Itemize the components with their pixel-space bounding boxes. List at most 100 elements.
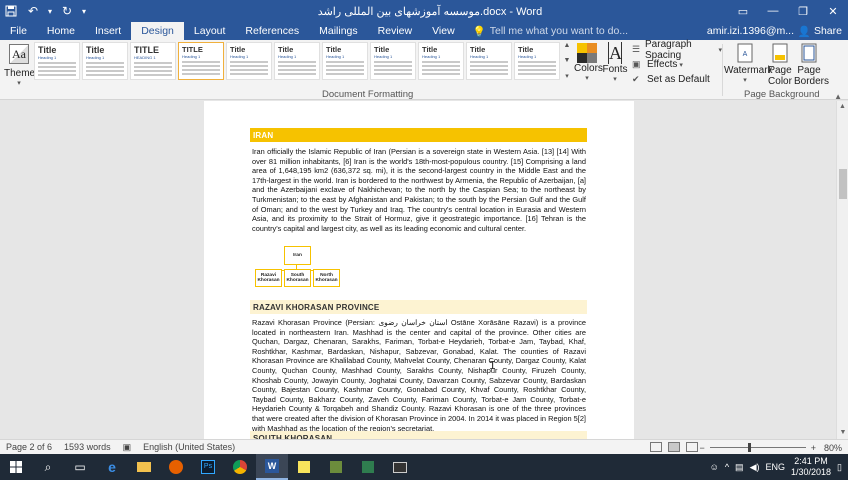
paragraph-spacing-button[interactable]: ☰ Paragraph Spacing ▾ xyxy=(632,39,722,61)
firefox-icon[interactable] xyxy=(160,454,192,480)
photoshop-icon[interactable]: Ps xyxy=(192,454,224,480)
style-set-line xyxy=(86,62,124,64)
search-icon[interactable]: ⌕ xyxy=(32,454,64,480)
fonts-button[interactable]: A Fonts ▾ xyxy=(602,42,628,83)
style-set-thumbnail[interactable]: TITLE HEADING 1 xyxy=(130,42,176,80)
chevron-up-icon[interactable]: ^ xyxy=(725,462,729,472)
color-swatch xyxy=(587,43,597,53)
photos-icon[interactable] xyxy=(384,454,416,480)
file-explorer-icon[interactable] xyxy=(128,454,160,480)
heading-razavi-khorasan[interactable]: RAZAVI KHORASAN PROVINCE xyxy=(250,300,587,314)
tab-view[interactable]: View xyxy=(422,22,465,40)
org-node-child[interactable]: South Khorasan xyxy=(284,269,311,287)
scroll-down-icon[interactable]: ▼ xyxy=(837,427,848,439)
heading-south-khorasan[interactable]: SOUTH KHORASAN xyxy=(250,431,587,439)
org-node-child[interactable]: North Khorasan xyxy=(313,269,340,287)
scroll-thumb[interactable] xyxy=(839,169,847,199)
language-indicator[interactable]: ENG xyxy=(765,462,785,472)
sticky-notes-icon[interactable] xyxy=(288,454,320,480)
gallery-down-icon[interactable]: ▼ xyxy=(564,57,571,64)
style-set-title: Title xyxy=(374,45,390,54)
word-icon[interactable]: W xyxy=(256,454,288,480)
vertical-scrollbar[interactable]: ▲ ▼ xyxy=(836,101,848,439)
chrome-icon[interactable] xyxy=(224,454,256,480)
page-borders-button[interactable]: Page Borders xyxy=(794,42,829,88)
paragraph-razavi-khorasan[interactable]: Razavi Khorasan Province (Persian: استان… xyxy=(252,318,586,433)
set-as-default-button[interactable]: ✔ Set as Default xyxy=(632,72,722,87)
tab-insert[interactable]: Insert xyxy=(85,22,131,40)
undo-icon[interactable]: ↶ xyxy=(22,0,44,22)
word-count[interactable]: 1593 words xyxy=(58,442,117,452)
style-set-thumbnail[interactable]: Title Heading 1 xyxy=(34,42,80,80)
undo-dropdown-icon[interactable]: ▾ xyxy=(44,7,56,16)
scroll-up-icon[interactable]: ▲ xyxy=(837,101,848,113)
tab-mailings[interactable]: Mailings xyxy=(309,22,368,40)
network-icon[interactable]: ▤ xyxy=(735,462,744,473)
task-view-icon[interactable]: ▭ xyxy=(64,454,96,480)
colors-button[interactable]: Colors ▾ xyxy=(574,42,603,82)
style-set-line xyxy=(182,61,220,63)
people-icon[interactable]: ☺ xyxy=(710,462,719,472)
read-mode-icon[interactable] xyxy=(650,442,662,452)
style-set-thumbnail[interactable]: Title Heading 1 xyxy=(418,42,464,80)
tab-layout[interactable]: Layout xyxy=(184,22,236,40)
ribbon-display-options-icon[interactable]: ▭ xyxy=(728,0,758,22)
account-name[interactable]: amir.izi.1396@m... xyxy=(707,22,794,40)
language-status[interactable]: English (United States) xyxy=(137,442,241,452)
minimize-icon[interactable]: — xyxy=(758,0,788,22)
tab-home[interactable]: Home xyxy=(37,22,85,40)
style-set-line xyxy=(38,74,76,76)
style-set-thumbnail[interactable]: Title Heading 1 xyxy=(274,42,320,80)
style-set-thumbnail[interactable]: Title Heading 1 xyxy=(514,42,560,80)
style-set-thumbnail[interactable]: TITLE Heading 1 xyxy=(178,42,224,80)
tab-design[interactable]: Design xyxy=(131,22,184,40)
gallery-up-icon[interactable]: ▲ xyxy=(564,42,571,49)
tell-me-box[interactable]: 💡 Tell me what you want to do... xyxy=(465,22,628,40)
watermark-button[interactable]: A Watermark ▾ xyxy=(724,42,773,88)
style-set-thumbnail[interactable]: Title Heading 1 xyxy=(466,42,512,80)
style-set-line xyxy=(470,65,508,67)
zoom-slider-knob[interactable] xyxy=(747,443,751,452)
page-count[interactable]: Page 2 of 6 xyxy=(0,442,58,452)
customize-toolbar-icon[interactable]: ▾ xyxy=(78,7,90,16)
edge-icon[interactable]: e xyxy=(96,454,128,480)
org-node-root[interactable]: Iran xyxy=(284,246,311,265)
zoom-out-button[interactable]: − xyxy=(699,443,704,453)
tab-review[interactable]: Review xyxy=(368,22,422,40)
notifications-icon[interactable]: ▯ xyxy=(837,462,842,473)
page-color-button[interactable]: Page Color xyxy=(768,42,792,88)
style-set-thumbnail[interactable]: Title Heading 1 xyxy=(226,42,272,80)
collapse-ribbon-icon[interactable]: ▲ xyxy=(834,92,842,101)
zoom-level[interactable]: 80% xyxy=(824,443,842,453)
redo-icon[interactable]: ↻ xyxy=(56,0,78,22)
print-layout-icon[interactable] xyxy=(668,442,680,452)
share-button[interactable]: 👤 Share xyxy=(798,22,842,40)
save-icon[interactable] xyxy=(0,0,22,22)
style-set-thumbnail[interactable]: Title Heading 1 xyxy=(322,42,368,80)
zoom-slider[interactable] xyxy=(709,443,806,452)
tab-references[interactable]: References xyxy=(235,22,309,40)
tab-file[interactable]: File xyxy=(0,22,37,40)
gallery-more-icon[interactable]: ▾ xyxy=(565,72,569,80)
themes-button[interactable]: Aa Themes ▾ xyxy=(4,42,40,87)
proofing-icon[interactable]: ▣ xyxy=(117,442,138,453)
heading-iran[interactable]: IRAN xyxy=(250,128,587,142)
org-node-child[interactable]: Razavi Khorasan xyxy=(255,269,282,287)
style-set-thumbnail[interactable]: Title Heading 1 xyxy=(82,42,128,80)
app-icon-1[interactable] xyxy=(320,454,352,480)
restore-icon[interactable]: ❐ xyxy=(788,0,818,22)
paragraph-iran[interactable]: Iran officially the Islamic Republic of … xyxy=(252,147,586,233)
clock[interactable]: 2:41 PM 1/30/2018 xyxy=(791,456,831,478)
style-set-title: Title xyxy=(470,45,486,54)
document-area[interactable]: IRAN Iran officially the Islamic Republi… xyxy=(0,101,836,439)
zoom-in-button[interactable]: + xyxy=(811,443,816,453)
document-formatting-options: ☰ Paragraph Spacing ▾ ▣ Effects ▾ ✔ Set as … xyxy=(632,39,722,87)
start-icon[interactable] xyxy=(0,454,32,480)
close-icon[interactable]: ✕ xyxy=(818,0,848,22)
document-page[interactable]: IRAN Iran officially the Islamic Republi… xyxy=(204,101,634,439)
volume-icon[interactable]: ◀) xyxy=(750,462,760,473)
web-layout-icon[interactable] xyxy=(686,442,698,452)
style-set-thumbnail[interactable]: Title Heading 1 xyxy=(370,42,416,80)
app-icon-2[interactable] xyxy=(352,454,384,480)
style-set-line xyxy=(182,65,220,67)
